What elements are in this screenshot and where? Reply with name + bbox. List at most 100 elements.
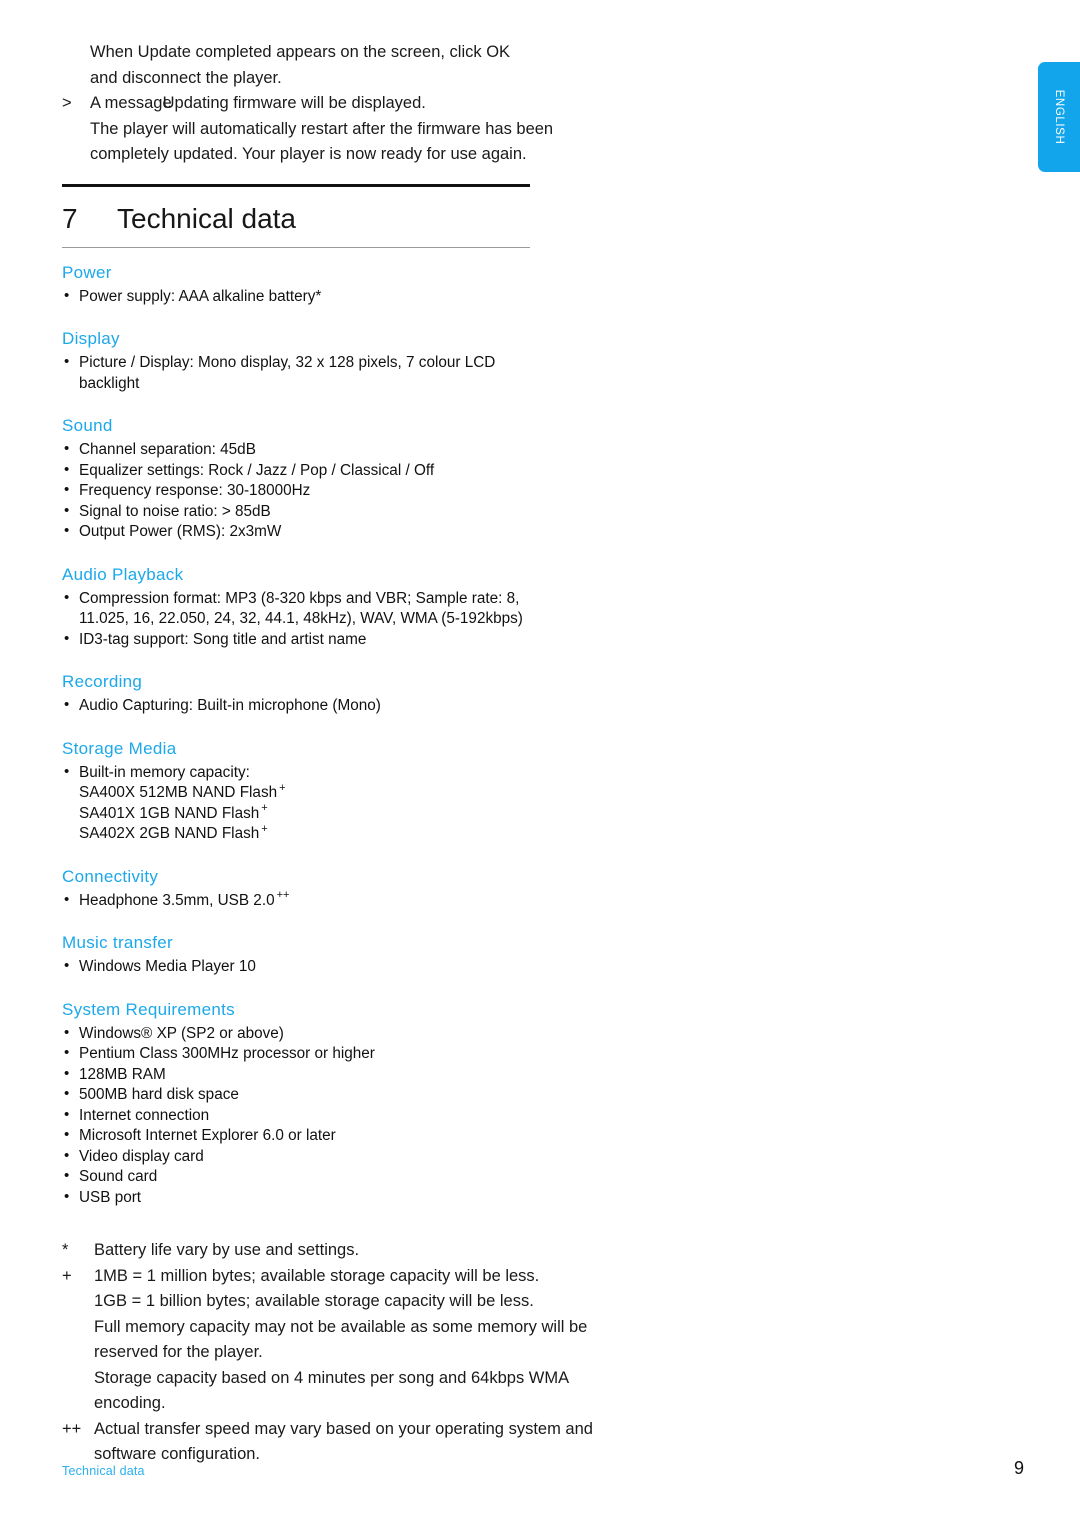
spec-list-item: • Microsoft Internet Explorer 6.0 or late… [62, 1126, 682, 1147]
spec-list-item: • Signal to noise ratio: > 85dB [62, 502, 682, 523]
footnote-line: 1GB = 1 billion bytes; available storage… [94, 1292, 534, 1310]
spec-list-item: • 500MB hard disk space [62, 1085, 682, 1106]
spec-section: Audio Playback • Compression format: MP3 (… [62, 564, 682, 651]
chapter-number: 7 [62, 202, 78, 234]
spec-item-text: Audio Capturing: Built-in microphone (Mo… [79, 697, 381, 714]
memory-capacity-line: SA400X 512MB NAND Flash + [79, 781, 682, 804]
spec-section: Storage Media • Built-in memory capacity: S… [62, 738, 682, 845]
footnote-line: reserved for the player. [94, 1343, 263, 1361]
footnote-line: encoding. [94, 1394, 166, 1412]
bullet-icon: • [64, 460, 70, 478]
footnote-marker: + [261, 822, 268, 835]
spec-list: • Audio Capturing: Built-in microphone (M… [62, 696, 682, 717]
spec-list: • Headphone 3.5mm, USB 2.0 ++ [62, 889, 682, 912]
memory-model-text: SA401X 1GB NAND Flash [79, 804, 260, 822]
footnote-marker: + [62, 1266, 72, 1285]
spec-item-text: Video display card [79, 1147, 204, 1165]
footnote-marker: + [261, 802, 268, 815]
spec-list-item: • Output Power (RMS): 2x3mW [62, 522, 682, 543]
spec-item-text: Internet connection [79, 1106, 210, 1124]
spec-list: • Compression format: MP3 (8-320 kbps and… [62, 589, 682, 651]
bullet-icon: • [64, 1105, 70, 1123]
bullet-icon: • [64, 286, 70, 304]
spec-section-heading: Power [62, 262, 112, 282]
footer-page-number: 9 [1013, 1458, 1024, 1478]
spec-list-item: • Internet connection [62, 1106, 682, 1127]
intro-line-3-part-a: A message [90, 94, 172, 112]
bullet-icon: • [64, 353, 70, 370]
spec-list: • Built-in memory capacity: SA400X 512MB N… [62, 763, 682, 845]
bullet-icon: • [64, 1146, 70, 1164]
spec-item-text: Headphone 3.5mm, USB 2.0 [79, 891, 275, 909]
spec-item-text: USB port [79, 1188, 142, 1206]
footnote-marker: + [279, 781, 286, 794]
spec-item-text: Microsoft Internet Explorer 6.0 or later [79, 1127, 336, 1144]
spec-item-text: Windows Media Player 10 [79, 958, 256, 975]
spec-item-text: 128MB RAM [79, 1065, 166, 1083]
spec-item-text: Picture / Display: Mono display, 32 x 12… [79, 354, 496, 371]
spec-item-text: Equalizer settings: Rock / Jazz / Pop / … [79, 461, 435, 479]
memory-capacity-line: SA401X 1GB NAND Flash + [79, 802, 682, 825]
spec-section: Recording • Audio Capturing: Built-in micr… [62, 671, 682, 717]
specifications-container: Power • Power supply: AAA alkaline battery… [62, 262, 682, 1209]
bullet-icon: • [64, 1167, 70, 1184]
bullet-icon: • [64, 957, 70, 974]
spec-section-heading: Recording [62, 672, 143, 691]
spec-list-item: • Frequency response: 30-18000Hz [62, 481, 682, 502]
spec-list-item: • Sound card [62, 1167, 682, 1188]
spec-section-heading: Storage Media [62, 738, 177, 758]
footer-section-label: Technical data [62, 1464, 145, 1478]
intro-line-2: and disconnect the player. [90, 68, 282, 87]
spec-section-heading: Display [62, 329, 120, 348]
spec-item-text: 500MB hard disk space [79, 1086, 239, 1103]
intro-line-3-part-b: Updating firmware [162, 94, 297, 112]
spec-section: Display • Picture / Display: Mono display,… [62, 328, 682, 394]
footnote-line: Storage capacity based on 4 minutes per … [94, 1368, 570, 1387]
bullet-icon: • [64, 1187, 70, 1205]
bullet-icon: • [64, 696, 70, 713]
language-tab-english: ENGLISH [1038, 62, 1080, 172]
heading-rule-bottom [62, 246, 530, 248]
spec-list-item: • Windows® XP (SP2 or above) [62, 1024, 682, 1045]
spec-item-text: Compression format: MP3 (8-320 kbps and … [79, 589, 520, 607]
intro-paragraph: When Update completed appears on the scr… [62, 40, 682, 168]
footnote-row: ++ Actual transfer speed may vary based o… [62, 1417, 702, 1468]
spec-list: • Windows Media Player 10 [62, 957, 682, 978]
chapter-heading: 7 Technical data [62, 203, 682, 235]
intro-line-5: completely updated. Your player is now r… [90, 145, 527, 163]
intro-line-3: > A messageUpdating firmware will be dis… [62, 91, 682, 117]
chapter-title: Technical data [117, 202, 297, 234]
spec-item-text: Signal to noise ratio: > 85dB [79, 502, 271, 520]
memory-model-text: SA402X 2GB NAND Flash [79, 825, 260, 842]
spec-item-text: Output Power (RMS): 2x3mW [79, 523, 282, 540]
spec-item-text: Windows® XP (SP2 or above) [79, 1024, 284, 1042]
footnote-line: Actual transfer speed may vary based on … [94, 1419, 593, 1438]
spec-section: Sound • Channel separation: 45dB • Equalizer… [62, 415, 682, 543]
footnote-row: * Battery life vary by use and settings. [62, 1238, 702, 1264]
spec-list-item: • Audio Capturing: Built-in microphone (M… [62, 696, 682, 717]
spec-section: Connectivity • Headphone 3.5mm, USB 2.0 ++ [62, 866, 682, 912]
language-tab-label: ENGLISH [1053, 89, 1065, 145]
bullet-icon: • [64, 762, 70, 780]
spec-list-item: • Video display card [62, 1147, 682, 1168]
intro-bullet-marker: > [62, 94, 72, 112]
footnote-marker: ++ [276, 889, 290, 902]
spec-item-text: Power supply: AAA alkaline battery* [79, 287, 322, 305]
spec-list: • Picture / Display: Mono display, 32 x 1… [62, 353, 682, 394]
footnote-line: 1MB = 1 million bytes; available storage… [94, 1266, 540, 1285]
footnote-marker: * [62, 1241, 69, 1259]
memory-capacity-line: SA402X 2GB NAND Flash + [79, 822, 682, 845]
spec-list-item: • Power supply: AAA alkaline battery* [62, 287, 682, 308]
spec-item-text: Built-in memory capacity: [79, 763, 250, 781]
bullet-icon: • [64, 1064, 70, 1082]
intro-overlap-words: A messageUpdating firmware [90, 91, 297, 117]
spec-list-item: • USB port [62, 1188, 682, 1209]
bullet-icon: • [64, 1023, 70, 1041]
footnote-line: software configuration. [94, 1445, 261, 1463]
spec-section: Power • Power supply: AAA alkaline battery… [62, 262, 682, 308]
spec-section-heading: Connectivity [62, 866, 159, 886]
footnote-line: Full memory capacity may not be availabl… [94, 1317, 588, 1336]
spec-item-continuation: backlight [79, 374, 140, 392]
spec-list-item: • Channel separation: 45dB [62, 440, 682, 461]
footnotes-block: * Battery life vary by use and settings. +… [62, 1238, 702, 1468]
